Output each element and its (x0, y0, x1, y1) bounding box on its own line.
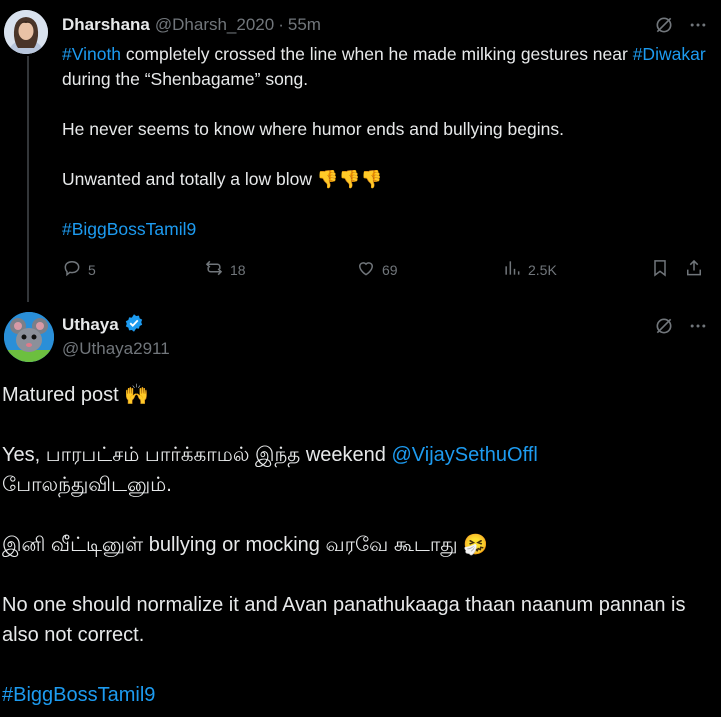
more-icon[interactable] (687, 315, 709, 337)
verified-icon (124, 313, 144, 338)
tweet-text: Unwanted and totally a low blow 👎👎👎 (62, 169, 383, 189)
like-button[interactable]: 69 (356, 258, 398, 281)
views-icon (502, 258, 522, 281)
thread-connector (27, 56, 29, 302)
parent-tweet-header: Dharshana @Dharsh_2020 · 55m (62, 13, 321, 37)
tweet-text: completely crossed the line when he made… (121, 44, 633, 64)
tweet-text: He never seems to know where humor ends … (62, 119, 564, 139)
main-tweet-header: Uthaya (62, 313, 144, 337)
hashtag-biggbosstamil9[interactable]: #BiggBossTamil9 (2, 684, 155, 706)
grok-icon[interactable] (653, 315, 675, 337)
hashtag-biggbosstamil9[interactable]: #BiggBossTamil9 (62, 219, 196, 239)
author-name[interactable]: Uthaya (62, 315, 119, 335)
grok-icon[interactable] (653, 14, 675, 36)
hashtag-vinoth[interactable]: #Vinoth (62, 44, 121, 64)
like-icon (356, 258, 376, 281)
tweet-text: இனி வீட்டினுள் bullying or mocking வரவே … (2, 534, 489, 556)
like-count: 69 (382, 261, 398, 278)
more-icon[interactable] (687, 14, 709, 36)
views-button[interactable]: 2.5K (502, 258, 557, 281)
author-handle[interactable]: @Uthaya2911 (62, 339, 170, 359)
post-time[interactable]: 55m (288, 15, 321, 35)
avatar-dharshana[interactable] (4, 10, 48, 54)
repost-button[interactable]: 18 (204, 258, 246, 281)
author-handle[interactable]: @Dharsh_2020 (155, 15, 274, 35)
parent-tweet-text: #Vinoth completely crossed the line when… (62, 42, 712, 242)
avatar-uthaya[interactable] (4, 312, 54, 362)
hashtag-diwakar[interactable]: #Diwakar (633, 44, 706, 64)
tweet-text: during the “Shenbagame” song. (62, 69, 309, 89)
parent-tweet-actions: 5 18 69 2.5K (62, 258, 712, 284)
repost-count: 18 (230, 261, 246, 278)
author-name[interactable]: Dharshana (62, 15, 150, 35)
share-button[interactable] (684, 258, 704, 281)
tweet-thread: Dharshana @Dharsh_2020 · 55m #Vinoth com… (0, 0, 721, 717)
main-tweet-top-actions (653, 315, 709, 337)
bookmark-button[interactable] (650, 258, 670, 281)
reply-count: 5 (88, 261, 96, 278)
reply-icon (62, 258, 82, 281)
reply-button[interactable]: 5 (62, 258, 96, 281)
tweet-text: No one should normalize it and Avan pana… (2, 594, 686, 646)
repost-icon (204, 258, 224, 281)
bookmark-icon (650, 258, 670, 281)
tweet-text: Yes, பாரபட்சம் பார்க்காமல் இந்த weekend (2, 444, 392, 466)
views-count: 2.5K (528, 261, 557, 278)
mention-vijaysethuoffl[interactable]: @VijaySethuOffl (391, 444, 537, 466)
main-tweet-text: Matured post 🙌 Yes, பாரபட்சம் பார்க்காமல… (2, 380, 702, 710)
tweet-text: Matured post 🙌 (2, 384, 150, 406)
tweet-text: போலந்துவிடனும். (2, 474, 172, 496)
separator-dot: · (278, 15, 284, 34)
share-icon (684, 258, 704, 281)
parent-tweet-top-actions (653, 14, 709, 36)
